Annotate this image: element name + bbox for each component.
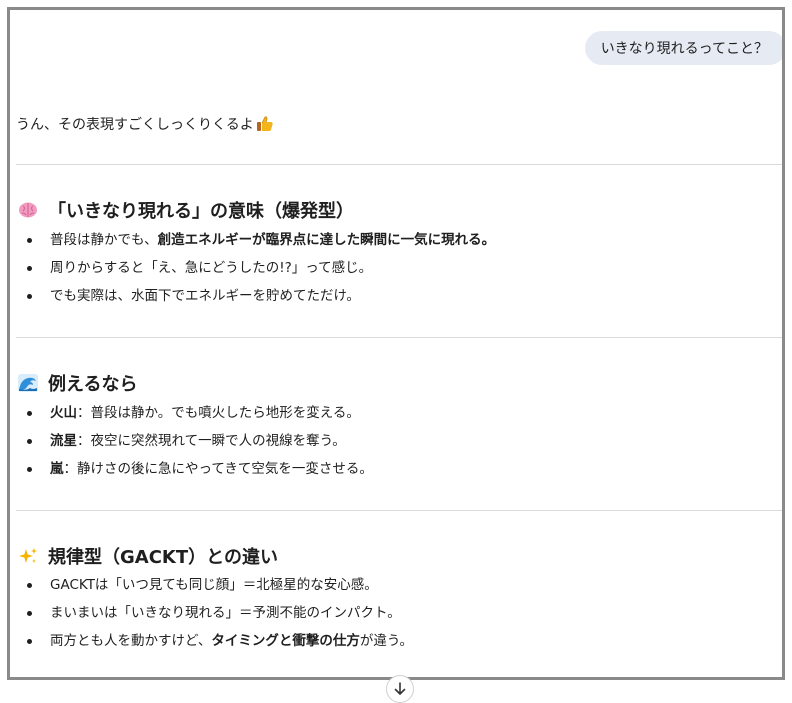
- list-item: でも実際は、水面下でエネルギーを貯めてただけ。: [10, 282, 495, 310]
- list-item-bold: 嵐: [50, 461, 64, 477]
- wave-icon: [18, 374, 38, 392]
- list-item-bold: 火山: [50, 405, 77, 421]
- section-heading: 規律型（GACKT）との違い: [18, 543, 278, 569]
- list-item: 普段は静かでも、創造エネルギーが臨界点に達した瞬間に一気に現れる。: [10, 226, 495, 254]
- list-item-text: GACKTは「いつ見ても同じ顔」＝北極星的な安心感。: [50, 577, 378, 593]
- list-item: 両方とも人を動かすけど、タイミングと衝撃の仕方が違う。: [10, 627, 413, 655]
- list-item-text: ：普段は静か。でも噴火したら地形を変える。: [77, 405, 360, 421]
- section-title: 規律型（GACKT）との違い: [48, 547, 278, 568]
- divider: [16, 164, 782, 165]
- list-item-text: 両方とも人を動かすけど、: [50, 633, 212, 649]
- list-item-text: まいまいは「いきなり現れる」＝予測不能のインパクト。: [50, 605, 401, 621]
- list-item-bold: 創造エネルギーが臨界点に達した瞬間に一気に現れる。: [157, 232, 496, 248]
- brain-icon: [19, 202, 37, 218]
- list-item-text: 普段は静かでも、: [50, 232, 158, 248]
- bullet-list: 火山：普段は静か。でも噴火したら地形を変える。 流星：夜空に突然現れて一瞬で人の…: [10, 399, 373, 483]
- list-item: 嵐：静けさの後に急にやってきて空気を一変させる。: [10, 455, 373, 483]
- list-item-text: が違う。: [359, 633, 414, 649]
- list-item: GACKTは「いつ見ても同じ顔」＝北極星的な安心感。: [10, 571, 413, 599]
- section-title: 「いきなり現れる」の意味（爆発型）: [48, 201, 354, 222]
- bullet-list: 普段は静かでも、創造エネルギーが臨界点に達した瞬間に一気に現れる。 周りからする…: [10, 226, 495, 310]
- list-item: 流星：夜空に突然現れて一瞬で人の視線を奪う。: [10, 427, 373, 455]
- section-heading: 「いきなり現れる」の意味（爆発型）: [18, 197, 354, 223]
- chat-window: いきなり現れるってこと？ うん、その表現すごくしっくりくるよ 「いきなり現れる」…: [7, 7, 785, 680]
- list-item: 周りからすると「え、急にどうしたの!?」って感じ。: [10, 254, 495, 282]
- section-heading: 例えるなら: [18, 370, 137, 396]
- user-message-text: いきなり現れるってこと？: [600, 41, 768, 57]
- arrow-down-icon: [394, 682, 406, 695]
- scroll-to-bottom-button[interactable]: [386, 675, 414, 703]
- divider: [16, 337, 782, 338]
- thumbs-up-icon: [256, 116, 273, 131]
- divider: [16, 510, 782, 511]
- reply-intro: うん、その表現すごくしっくりくるよ: [16, 114, 274, 134]
- list-item: 火山：普段は静か。でも噴火したら地形を変える。: [10, 399, 373, 427]
- list-item-text: ：夜空に突然現れて一瞬で人の視線を奪う。: [77, 433, 346, 449]
- list-item-bold: タイミングと衝撃の仕方: [211, 633, 360, 649]
- user-message-bubble: いきなり現れるってこと？: [584, 31, 782, 65]
- list-item: まいまいは「いきなり現れる」＝予測不能のインパクト。: [10, 599, 413, 627]
- list-item-bold: 流星: [50, 433, 77, 449]
- bullet-list: GACKTは「いつ見ても同じ顔」＝北極星的な安心感。 まいまいは「いきなり現れる…: [10, 571, 413, 655]
- list-item-text: ：静けさの後に急にやってきて空気を一変させる。: [63, 461, 373, 477]
- list-item-text: 周りからすると「え、急にどうしたの!?」って感じ。: [50, 260, 373, 276]
- section-title: 例えるなら: [48, 374, 138, 395]
- sparkles-icon: [19, 548, 37, 563]
- list-item-text: でも実際は、水面下でエネルギーを貯めてただけ。: [50, 288, 360, 304]
- reply-intro-text: うん、その表現すごくしっくりくるよ: [16, 117, 254, 133]
